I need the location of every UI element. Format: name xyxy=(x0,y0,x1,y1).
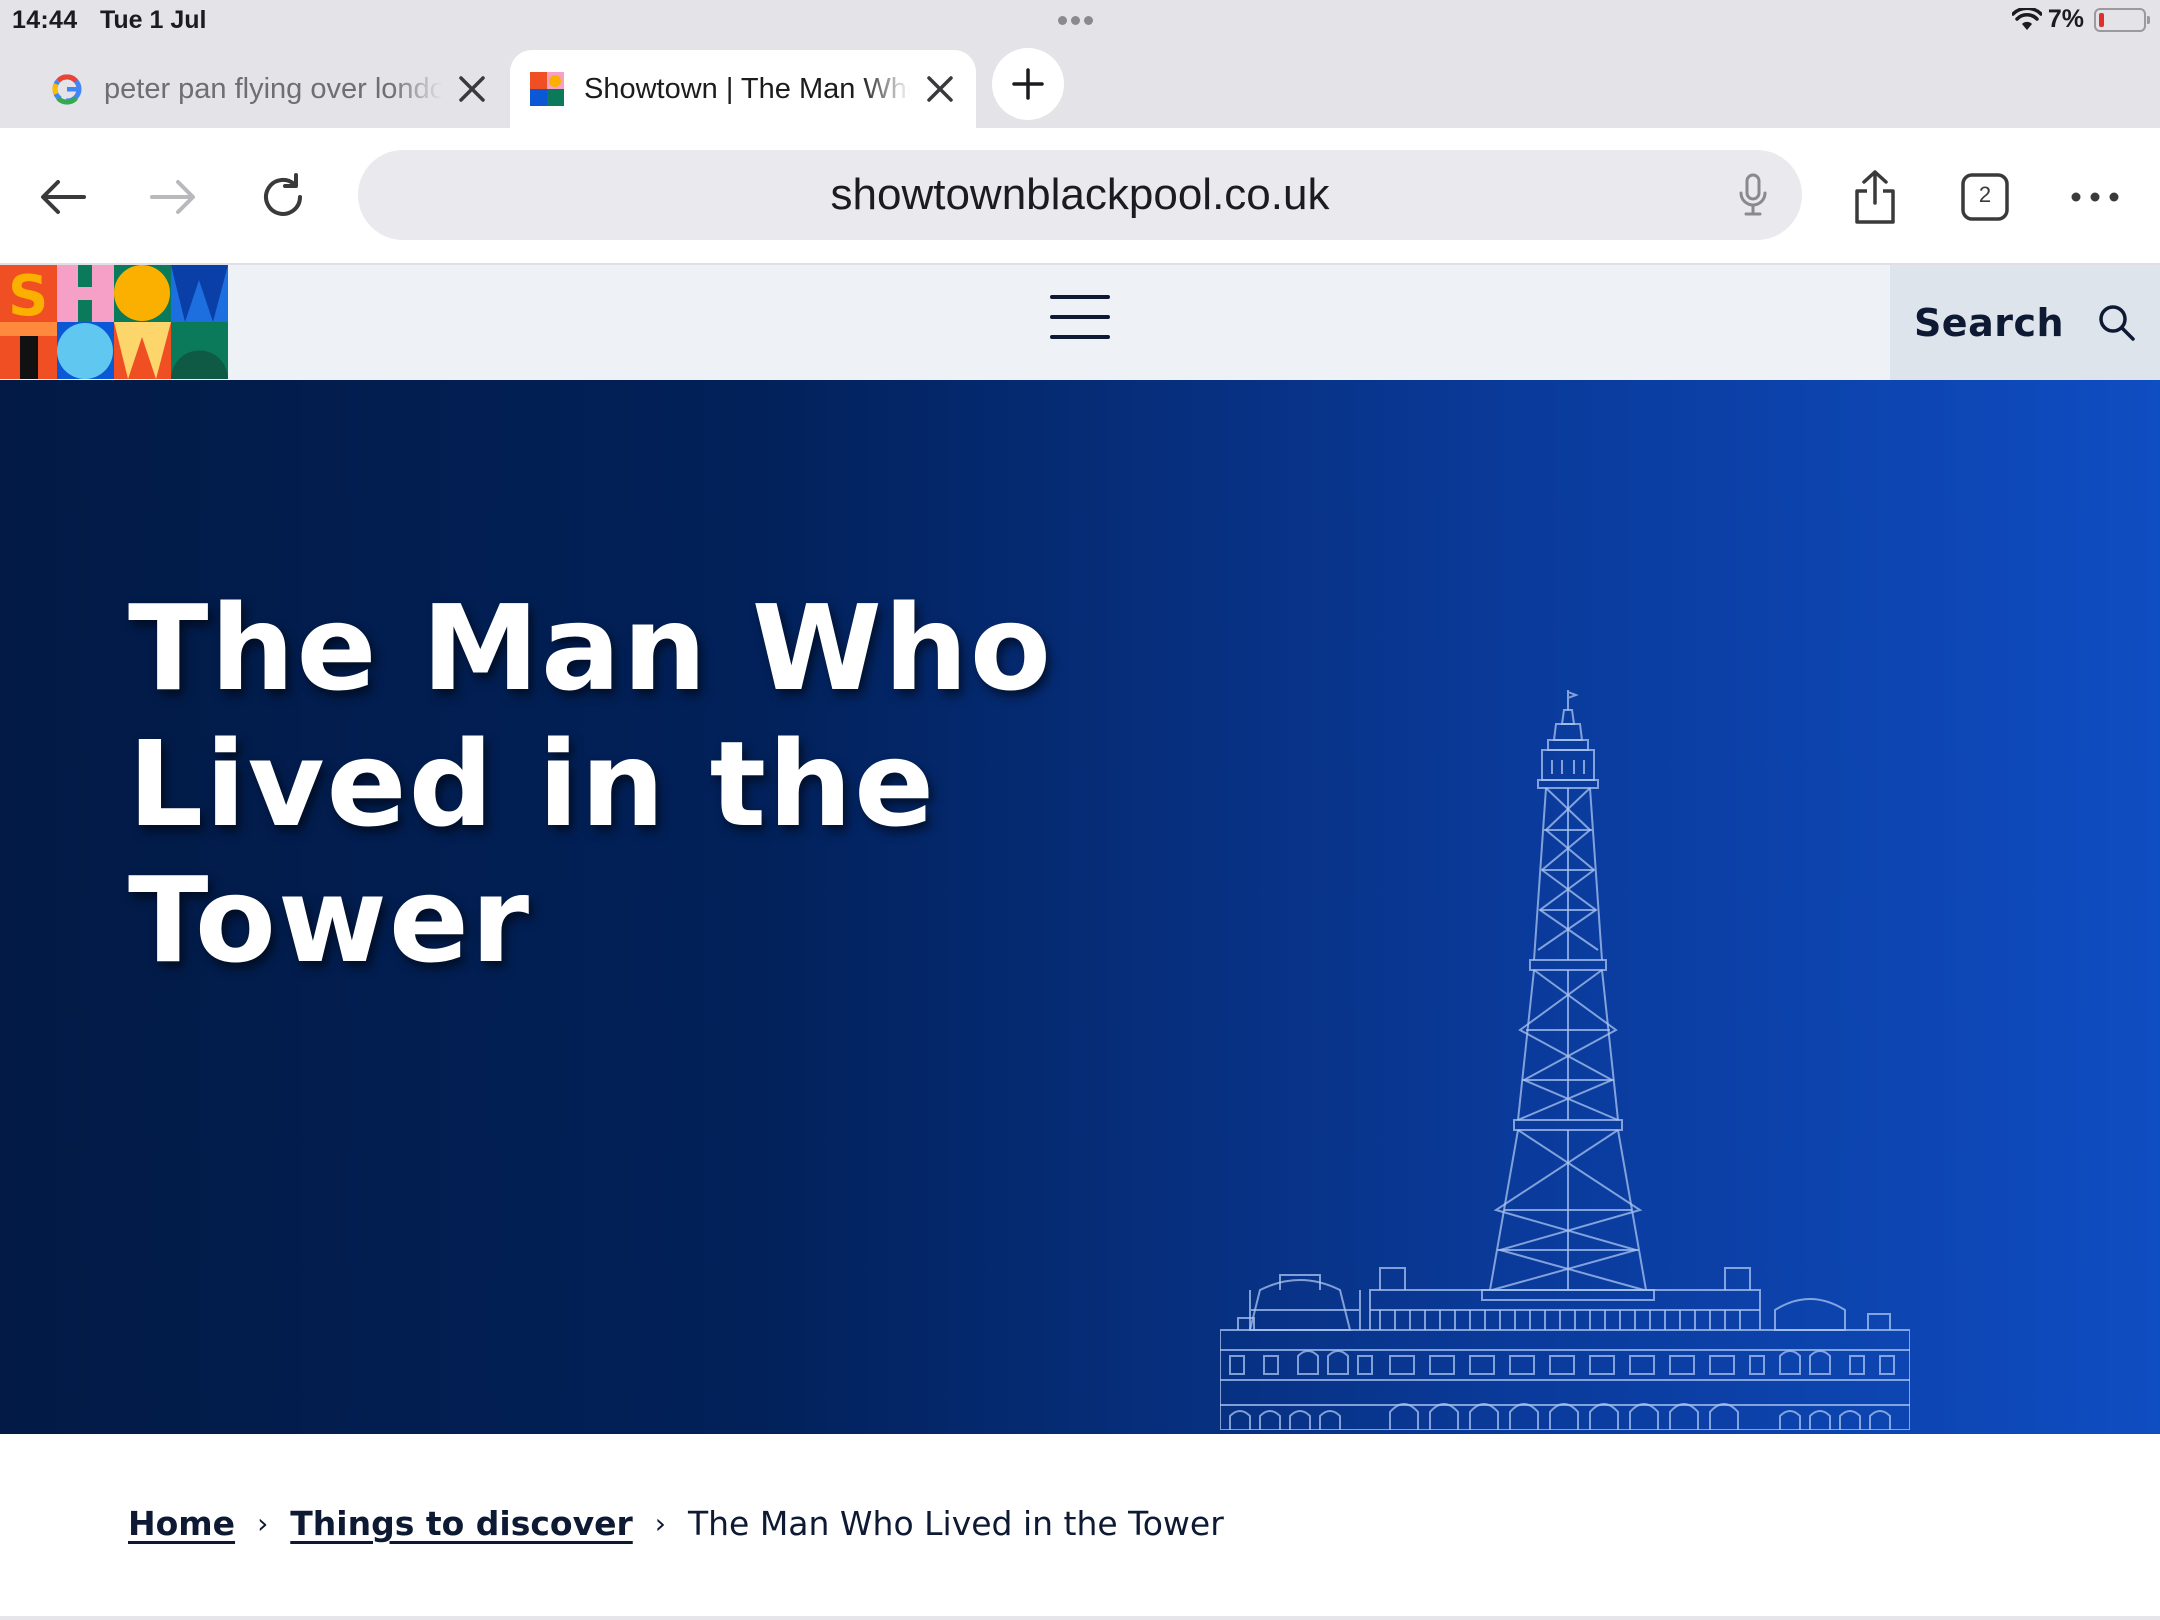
breadcrumb: Home › Things to discover › The Man Who … xyxy=(128,1504,1224,1543)
tab-google-search[interactable]: peter pan flying over london xyxy=(12,50,508,128)
arrow-left-icon xyxy=(41,180,86,214)
site-header: S Search xyxy=(0,265,2160,380)
google-icon xyxy=(52,74,82,105)
wifi-icon xyxy=(2011,7,2042,30)
tab-title: Showtown | The Man Who Lived in the Towe… xyxy=(584,72,910,105)
tab-count: 2 xyxy=(1978,182,1992,207)
showtown-favicon xyxy=(530,72,564,106)
more-menu-button[interactable] xyxy=(2060,162,2130,232)
reload-button[interactable] xyxy=(248,162,318,232)
battery-percent: 7% xyxy=(2047,5,2084,33)
tab-overview-button[interactable]: 2 xyxy=(1950,162,2020,232)
breadcrumb-home-link[interactable]: Home xyxy=(128,1504,235,1543)
address-bar[interactable]: showtownblackpool.co.uk xyxy=(358,150,1802,240)
forward-button[interactable] xyxy=(138,162,208,232)
svg-text:S: S xyxy=(8,265,48,329)
tab-bar: peter pan flying over london Showtown | … xyxy=(0,42,2160,128)
battery-icon xyxy=(2094,7,2150,32)
arrow-right-icon xyxy=(150,180,195,214)
status-indicators: 7% xyxy=(2011,5,2150,34)
showtown-logo[interactable]: S xyxy=(0,265,228,379)
tab-title: peter pan flying over london xyxy=(104,72,442,105)
multitasking-dots-icon[interactable] xyxy=(1058,12,1097,30)
new-tab-button[interactable] xyxy=(992,48,1064,120)
back-button[interactable] xyxy=(28,162,98,232)
search-button[interactable]: Search xyxy=(1890,265,2160,380)
breadcrumb-things-to-discover-link[interactable]: Things to discover xyxy=(290,1504,632,1543)
search-label: Search xyxy=(1913,300,2065,345)
ellipsis-icon xyxy=(2071,192,2119,202)
chevron-right-icon: › xyxy=(654,1507,666,1540)
url-text[interactable]: showtownblackpool.co.uk xyxy=(358,170,1802,220)
plus-icon xyxy=(1012,68,1044,100)
microphone-icon[interactable] xyxy=(1728,170,1778,220)
close-tab-icon[interactable] xyxy=(910,59,970,119)
chevron-right-icon: › xyxy=(257,1507,269,1540)
hero-title: The Man Who Lived in the Tower xyxy=(128,579,1053,989)
menu-button[interactable] xyxy=(1050,295,1110,347)
search-icon xyxy=(2099,304,2135,341)
blackpool-tower-illustration xyxy=(1220,690,1910,1430)
status-bar: 14:44 Tue 1 Jul 7% xyxy=(0,0,2160,42)
close-tab-icon[interactable] xyxy=(442,59,502,119)
status-date: Tue 1 Jul xyxy=(100,6,207,34)
share-button[interactable] xyxy=(1840,162,1910,232)
tab-showtown[interactable]: Showtown | The Man Who Lived in the Towe… xyxy=(510,50,976,128)
share-icon xyxy=(1855,170,1895,224)
breadcrumb-current-page: The Man Who Lived in the Tower xyxy=(687,1504,1224,1543)
hero-banner: The Man Who Lived in the Tower xyxy=(0,380,2160,1434)
reload-icon xyxy=(264,173,302,216)
divider xyxy=(0,1616,2160,1620)
browser-toolbar: showtownblackpool.co.uk 2 xyxy=(0,128,2160,265)
status-time: 14:44 xyxy=(12,6,78,34)
